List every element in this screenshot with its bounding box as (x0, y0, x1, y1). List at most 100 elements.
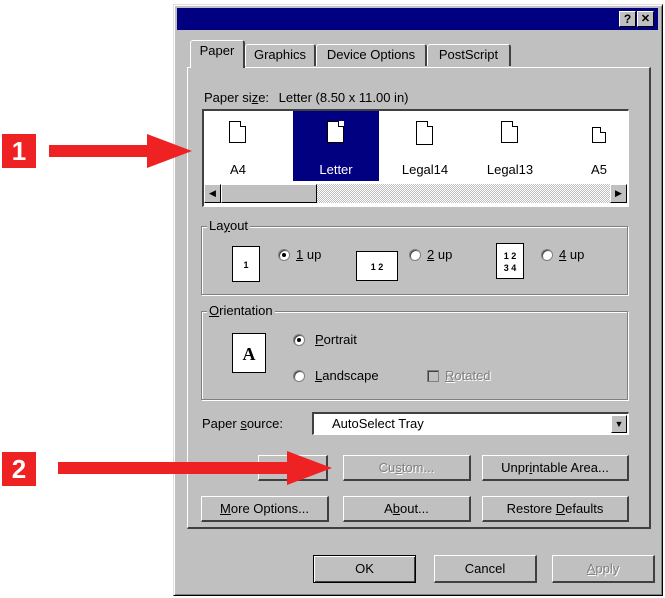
unprintable-area-button[interactable]: Unprintable Area... (482, 455, 629, 481)
callout-2-arrow-icon (287, 451, 332, 485)
paper-item-a5[interactable]: A5 (577, 115, 621, 181)
more-options-text: ore Options... (230, 501, 309, 516)
unprintable-button-text-end: ntable Area... (532, 460, 609, 475)
layout-4up-radio[interactable] (541, 249, 553, 261)
paper-item-label: A5 (591, 162, 607, 177)
paper-size-label-text: Paper si (204, 90, 252, 105)
layout-1up-preview-number: 1 (243, 260, 249, 270)
callout-1-arrow-shaft (49, 145, 149, 157)
landscape-text: andscape (322, 368, 379, 383)
tab-postscript[interactable]: PostScript (427, 44, 511, 66)
custom-button-text: Cu (378, 460, 396, 475)
paper-size-list[interactable]: A4 Letter Legal14 Legal13 A5 ◀ ▶ (202, 109, 629, 207)
more-options-mnemonic: M (220, 501, 231, 516)
portrait-mnemonic: P (315, 332, 324, 347)
paper-item-label: Legal13 (486, 162, 534, 177)
layout-1up-radio[interactable] (278, 249, 290, 261)
close-button[interactable]: ✕ (637, 11, 654, 27)
paper-page-icon (327, 121, 344, 143)
paper-size-label: Paper size: Letter (8.50 x 11.00 in) (204, 90, 409, 105)
layout-1up-label[interactable]: 1 up (296, 247, 321, 262)
tab-device-options-label: Device Options (326, 47, 416, 62)
landscape-radio[interactable] (293, 370, 305, 382)
layout-2up-radio[interactable] (409, 249, 421, 261)
callout-2-arrow-shaft (58, 462, 290, 474)
paper-source-label-end: ource: (246, 416, 283, 431)
restore-button-text: Restore (506, 501, 556, 516)
tab-postscript-label: PostScript (438, 47, 499, 62)
layout-group-label: Layout (207, 218, 251, 233)
orientation-group-label: Orientation (207, 303, 275, 318)
callout-2-number: 2 (11, 454, 27, 484)
tab-graphics[interactable]: Graphics (245, 44, 316, 66)
rotated-mnemonic: R (445, 368, 455, 383)
paper-item-a4[interactable]: A4 (216, 115, 260, 181)
layout-4up-text: up (566, 247, 585, 262)
unprintable-button-text: Unpr (501, 460, 530, 475)
tab-graphics-label: Graphics (253, 47, 307, 62)
layout-2up-text: up (434, 247, 453, 262)
more-options-button[interactable]: More Options... (201, 496, 329, 522)
layout-4up-preview-icon: 1 23 4 (496, 243, 524, 279)
cancel-button-label: Cancel (464, 561, 506, 576)
orientation-label-text: rientation (219, 303, 273, 318)
paper-page-icon (592, 127, 606, 143)
ok-button-label: OK (355, 561, 374, 576)
paper-item-legal13[interactable]: Legal13 (475, 115, 545, 181)
scroll-right-icon[interactable]: ▶ (610, 184, 627, 203)
layout-1up-preview-icon: 1 (232, 246, 260, 282)
chevron-down-icon[interactable]: ▼ (611, 415, 627, 433)
scroll-left-icon[interactable]: ◀ (204, 184, 221, 203)
tab-paper-label: Paper (199, 43, 235, 58)
layout-label-end: out (229, 218, 249, 233)
title-bar[interactable]: ? ✕ (177, 8, 658, 30)
layout-4up-label[interactable]: 4 up (559, 247, 584, 262)
layout-4up-preview-top: 1 2 (503, 251, 517, 261)
paper-source-label: Paper source: (202, 416, 283, 431)
layout-2up-label[interactable]: 2 up (427, 247, 452, 262)
callout-1-arrow-icon (147, 134, 192, 168)
custom-button: Custom... (343, 455, 471, 481)
callout-1-number: 1 (11, 136, 27, 166)
tab-paper[interactable]: Paper (190, 40, 245, 68)
layout-2up-preview-icon: 1 2 (356, 251, 398, 281)
rotated-checkbox[interactable] (427, 370, 439, 382)
paper-item-label: A4 (230, 162, 246, 177)
paper-item-letter[interactable]: Letter (293, 111, 379, 181)
callout-2-badge: 2 (2, 452, 36, 486)
paper-source-select[interactable]: AutoSelect Tray ▼ (312, 412, 629, 435)
about-button-text: A (384, 501, 393, 516)
restore-button-mnemonic: D (555, 501, 566, 516)
restore-defaults-button[interactable]: Restore Defaults (482, 496, 629, 522)
scroll-thumb[interactable] (221, 184, 317, 203)
portrait-radio[interactable] (293, 334, 305, 346)
paper-source-label-text: Paper (202, 416, 241, 431)
help-button[interactable]: ? (619, 11, 636, 27)
apply-button: Apply (552, 555, 655, 583)
cancel-button[interactable]: Cancel (434, 555, 537, 583)
paper-list-scrollbar[interactable]: ◀ ▶ (204, 184, 627, 203)
ok-button[interactable]: OK (313, 555, 416, 583)
apply-button-text: pply (595, 561, 620, 576)
orientation-preview-icon: A (232, 333, 266, 373)
landscape-label[interactable]: Landscape (315, 368, 379, 383)
about-button-mnemonic: b (392, 501, 400, 516)
paper-item-legal14[interactable]: Legal14 (390, 115, 460, 181)
orientation-label-mnemonic: O (209, 303, 220, 318)
paper-size-value: Letter (8.50 x 11.00 in) (278, 90, 409, 105)
callout-1-badge: 1 (2, 134, 36, 168)
about-button[interactable]: About... (343, 496, 471, 522)
layout-1up-text: up (303, 247, 322, 262)
restore-button-text-end: efaults (565, 501, 604, 516)
layout-2up-preview-numbers: 1 2 (370, 262, 384, 272)
paper-page-icon (501, 121, 518, 143)
paper-size-label-end: e: (258, 90, 270, 105)
paper-item-label: Legal14 (401, 162, 449, 177)
portrait-label[interactable]: Portrait (315, 332, 357, 347)
paper-source-value: AutoSelect Tray (332, 416, 424, 431)
rotated-label: Rotated (445, 368, 491, 383)
about-button-text-end: out... (399, 501, 429, 516)
tab-device-options[interactable]: Device Options (316, 44, 427, 66)
layout-4up-preview-bottom: 3 4 (503, 263, 517, 273)
paper-page-icon (229, 121, 246, 143)
